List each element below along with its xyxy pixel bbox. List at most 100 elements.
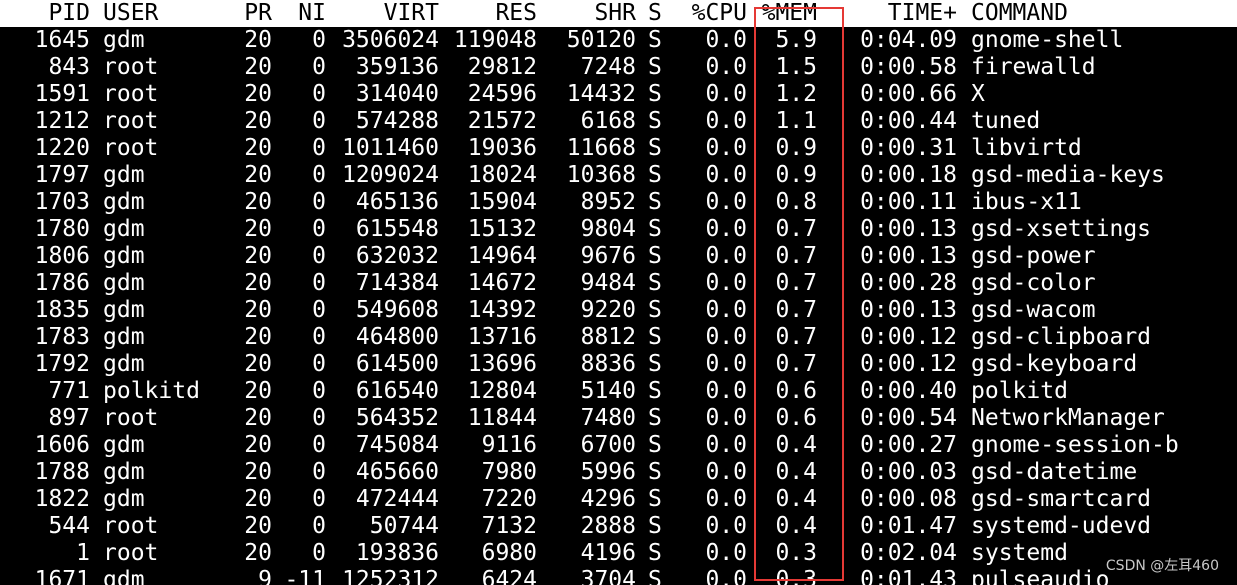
cell-time: 0:04.09: [860, 27, 957, 53]
cell-pid: 1: [76, 540, 90, 566]
cell-state: S: [648, 270, 662, 296]
cell-ni: 0: [312, 297, 326, 323]
cell-pr: 20: [244, 108, 272, 134]
cell-time: 0:00.13: [860, 243, 957, 269]
cell-shr: 9484: [580, 270, 636, 296]
cell-user: gdm: [103, 459, 145, 485]
cell-state: S: [648, 459, 662, 485]
cell-time: 0:01.43: [860, 567, 957, 585]
cell-mem: 0.7: [775, 297, 817, 323]
header-time: TIME+: [887, 0, 957, 26]
cell-shr: 50120: [566, 27, 636, 53]
cell-time: 0:00.66: [860, 81, 957, 107]
cell-pid: 1212: [34, 108, 90, 134]
cell-res: 11844: [467, 405, 537, 431]
table-row: 1822 gdm 20 0 472444 7220 4296 S 0.0 0.4 0:00.08 gs…: [0, 486, 1237, 513]
cell-pid: 1220: [34, 135, 90, 161]
cell-virt: 714384: [355, 270, 439, 296]
cell-virt: 359136: [355, 54, 439, 80]
cell-time: 0:00.12: [860, 351, 957, 377]
cell-user: gdm: [103, 162, 145, 188]
cell-time: 0:00.54: [860, 405, 957, 431]
cell-res: 15132: [467, 216, 537, 242]
cell-state: S: [648, 243, 662, 269]
cell-state: S: [648, 486, 662, 512]
cell-user: root: [103, 513, 159, 539]
cell-command: firewalld: [971, 54, 1096, 80]
cell-virt: 549608: [355, 297, 439, 323]
cell-ni: 0: [312, 432, 326, 458]
cell-cpu: 0.0: [705, 297, 747, 323]
cell-shr: 9220: [580, 297, 636, 323]
cell-state: S: [648, 216, 662, 242]
cell-user: root: [103, 405, 159, 431]
cell-cpu: 0.0: [705, 324, 747, 350]
cell-shr: 10368: [566, 162, 636, 188]
cell-ni: 0: [312, 459, 326, 485]
cell-time: 0:00.44: [860, 108, 957, 134]
cell-shr: 6168: [580, 108, 636, 134]
cell-user: gdm: [103, 270, 145, 296]
cell-state: S: [648, 81, 662, 107]
cell-command: gsd-wacom: [971, 297, 1096, 323]
cell-user: gdm: [103, 567, 145, 585]
cell-res: 13716: [467, 324, 537, 350]
cell-pid: 1797: [34, 162, 90, 188]
cell-mem: 0.7: [775, 243, 817, 269]
table-row: 1797 gdm 20 0 1209024 18024 10368 S 0.0 0.9 0:00.1…: [0, 162, 1237, 189]
cell-pr: 20: [244, 297, 272, 323]
cell-pr: 20: [244, 351, 272, 377]
cell-state: S: [648, 567, 662, 585]
cell-mem: 0.7: [775, 270, 817, 296]
cell-time: 0:00.31: [860, 135, 957, 161]
cell-state: S: [648, 27, 662, 53]
cell-res: 119048: [453, 27, 537, 53]
cell-state: S: [648, 540, 662, 566]
cell-cpu: 0.0: [705, 270, 747, 296]
table-row: 1792 gdm 20 0 614500 13696 8836 S 0.0 0.7 0:00.12 g…: [0, 351, 1237, 378]
cell-res: 6424: [481, 567, 537, 585]
cell-ni: 0: [312, 216, 326, 242]
cell-state: S: [648, 513, 662, 539]
cell-cpu: 0.0: [705, 27, 747, 53]
cell-cpu: 0.0: [705, 189, 747, 215]
table-row: 1788 gdm 20 0 465660 7980 5996 S 0.0 0.4 0:00.03 gs…: [0, 459, 1237, 486]
cell-mem: 1.1: [775, 108, 817, 134]
cell-mem: 0.4: [775, 486, 817, 512]
table-row: 843 root 20 0 359136 29812 7248 S 0.0 1.5 0:00.58 f…: [0, 54, 1237, 81]
header-state: S: [648, 0, 662, 26]
cell-cpu: 0.0: [705, 378, 747, 404]
cell-mem: 1.2: [775, 81, 817, 107]
cell-pr: 20: [244, 162, 272, 188]
table-row: 1786 gdm 20 0 714384 14672 9484 S 0.0 0.7 0:00.28 g…: [0, 270, 1237, 297]
header-command: COMMAND: [971, 0, 1068, 26]
cell-shr: 9804: [580, 216, 636, 242]
cell-virt: 616540: [355, 378, 439, 404]
cell-res: 7132: [481, 513, 537, 539]
cell-mem: 0.4: [775, 513, 817, 539]
cell-res: 14392: [467, 297, 537, 323]
cell-command: libvirtd: [971, 135, 1082, 161]
cell-cpu: 0.0: [705, 432, 747, 458]
cell-cpu: 0.0: [705, 108, 747, 134]
cell-pid: 1780: [34, 216, 90, 242]
cell-pid: 1591: [34, 81, 90, 107]
cell-command: tuned: [971, 108, 1041, 134]
cell-pr: 20: [244, 405, 272, 431]
cell-state: S: [648, 54, 662, 80]
table-row: 1780 gdm 20 0 615548 15132 9804 S 0.0 0.7 0:00.13 g…: [0, 216, 1237, 243]
cell-res: 21572: [467, 108, 537, 134]
cell-state: S: [648, 162, 662, 188]
cell-time: 0:00.08: [860, 486, 957, 512]
cell-mem: 5.9: [775, 27, 817, 53]
cell-pid: 1671: [34, 567, 90, 585]
cell-cpu: 0.0: [705, 459, 747, 485]
top-process-table: PID USER PR NI VIRT RES SHR S %CPU %MEM …: [0, 0, 1237, 585]
cell-virt: 465660: [355, 459, 439, 485]
cell-state: S: [648, 324, 662, 350]
table-row: 1591 root 20 0 314040 24596 14432 S 0.0 1.2 0:00.6…: [0, 81, 1237, 108]
cell-pr: 20: [244, 540, 272, 566]
cell-virt: 1011460: [342, 135, 439, 161]
cell-shr: 14432: [566, 81, 636, 107]
cell-user: root: [103, 81, 159, 107]
